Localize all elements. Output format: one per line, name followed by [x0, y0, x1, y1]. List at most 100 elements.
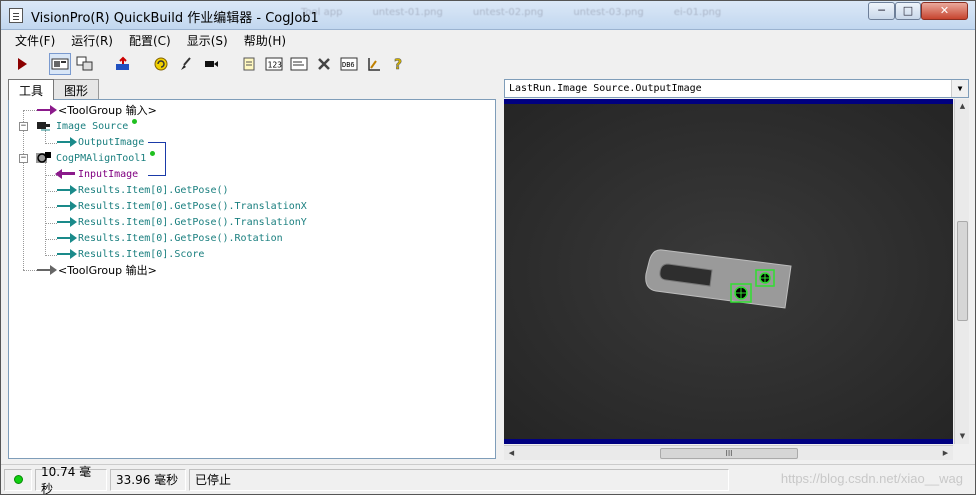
- output-terminal-icon: [57, 201, 77, 211]
- tab-tools[interactable]: 工具: [8, 79, 55, 100]
- tree-node-pm-align-tool[interactable]: CogPMAlignTool1: [35, 150, 156, 165]
- scroll-right-icon[interactable]: ▶: [938, 446, 953, 461]
- menu-run[interactable]: 运行(R): [63, 32, 121, 49]
- pmalign-tool-icon: [36, 152, 51, 163]
- refresh-icon[interactable]: [150, 53, 172, 75]
- svg-text:123: 123: [268, 60, 283, 69]
- horizontal-scrollbar[interactable]: ◀ III ▶: [504, 445, 953, 460]
- db-icon[interactable]: DB6: [338, 53, 360, 75]
- run-icon[interactable]: [11, 53, 33, 75]
- scroll-thumb[interactable]: [957, 221, 968, 321]
- output-terminal-icon: [37, 265, 57, 275]
- status-time-total: 33.96 毫秒: [110, 468, 186, 491]
- tree-node-input-image[interactable]: InputImage: [55, 167, 139, 181]
- output-terminal-icon: [57, 185, 77, 195]
- app-window: VisionPro(R) QuickBuild 作业编辑器 - CogJob1 …: [0, 0, 976, 495]
- left-tabs: 工具 图形: [8, 79, 100, 100]
- tree-node-label: <ToolGroup 输入>: [58, 104, 157, 117]
- image-source-select-value: LastRun.Image Source.OutputImage: [509, 83, 702, 94]
- tree-connector: [45, 143, 57, 144]
- app-icon: [9, 8, 23, 23]
- tree-node-label: Results.Item[0].GetPose(): [78, 184, 229, 196]
- tree-node-label: CogPMAlignTool1: [56, 152, 147, 164]
- background-tab: untest-01.png: [372, 7, 443, 18]
- tab-graphics[interactable]: 图形: [53, 79, 100, 99]
- menu-view[interactable]: 显示(S): [179, 32, 236, 49]
- tree-node-image-source[interactable]: Image Source: [35, 118, 138, 133]
- status-time-last: 10.74 毫秒: [35, 465, 107, 495]
- minimize-button[interactable]: ─: [868, 2, 895, 20]
- output-terminal-icon: [57, 217, 77, 227]
- tree-node-result[interactable]: Results.Item[0].GetPose().TranslationY: [57, 215, 307, 229]
- camera-icon: [37, 122, 50, 131]
- notes-icon[interactable]: [238, 53, 260, 75]
- numeric-icon[interactable]: 123: [263, 53, 285, 75]
- svg-text:DB6: DB6: [342, 61, 355, 69]
- tree-connector: [45, 239, 57, 240]
- scroll-left-icon[interactable]: ◀: [504, 446, 519, 461]
- title-bar[interactable]: VisionPro(R) QuickBuild 作业编辑器 - CogJob1 …: [1, 1, 975, 30]
- input-terminal-icon: [37, 105, 57, 115]
- background-tab: untest-02.png: [472, 7, 544, 18]
- watermark-text: https://blog.csdn.net/xiao__wag: [780, 471, 963, 486]
- help-icon[interactable]: ?: [388, 53, 410, 75]
- output-terminal-icon: [57, 233, 77, 243]
- collapse-toggle[interactable]: −: [19, 154, 28, 163]
- tree-node-label: InputImage: [78, 168, 139, 180]
- tree-node-result[interactable]: Results.Item[0].GetPose().TranslationX: [57, 199, 307, 213]
- background-tab: untest-03.png: [573, 7, 644, 18]
- collapse-toggle[interactable]: −: [19, 122, 28, 131]
- window-title: VisionPro(R) QuickBuild 作业编辑器 - CogJob1: [31, 11, 319, 26]
- tool-panel: 工具 图形 − − <ToolGroup 输入> Image Source Ou…: [8, 79, 496, 459]
- calibrate-icon[interactable]: [363, 53, 385, 75]
- tree-connector: [23, 270, 37, 271]
- image-source-select[interactable]: LastRun.Image Source.OutputImage ▼: [504, 79, 969, 98]
- svg-text:?: ?: [394, 57, 402, 72]
- tree-node-label: Results.Item[0].GetPose().TranslationY: [78, 216, 307, 228]
- menu-bar: 文件(F) 运行(R) 配置(C) 显示(S) 帮助(H): [1, 30, 975, 50]
- image-display[interactable]: [504, 99, 953, 444]
- scroll-down-icon[interactable]: ▼: [955, 429, 970, 444]
- tree-node-label: Results.Item[0].Score: [78, 248, 205, 260]
- vertical-scrollbar[interactable]: ▲ ▼: [954, 99, 969, 444]
- scroll-up-icon[interactable]: ▲: [955, 99, 970, 114]
- tools-icon[interactable]: [313, 53, 335, 75]
- menu-help[interactable]: 帮助(H): [236, 32, 294, 49]
- status-ok-icon: [150, 150, 156, 156]
- tree-connector: [45, 207, 57, 208]
- menu-file[interactable]: 文件(F): [7, 32, 63, 49]
- tree-node-output-group[interactable]: <ToolGroup 输出>: [37, 263, 157, 277]
- tree-connector: [23, 110, 37, 111]
- close-button[interactable]: ✕: [921, 2, 968, 20]
- brush-icon[interactable]: [175, 53, 197, 75]
- toolbar: 123 DB6 ?: [1, 51, 975, 76]
- tree-node-label: Results.Item[0].GetPose().Rotation: [78, 232, 283, 244]
- chevron-down-icon[interactable]: ▼: [951, 80, 968, 97]
- tree-node-result[interactable]: Results.Item[0].GetPose().Rotation: [57, 231, 283, 245]
- output-terminal-icon: [57, 137, 77, 147]
- tree-node-label: OutputImage: [78, 136, 145, 148]
- tree-connector: [45, 255, 57, 256]
- tree-node-result[interactable]: Results.Item[0].Score: [57, 247, 204, 261]
- camera-image: [504, 104, 953, 439]
- output-terminal-icon: [57, 249, 77, 259]
- tree-node-label: Results.Item[0].GetPose().TranslationX: [78, 200, 307, 212]
- input-terminal-icon: [55, 169, 75, 179]
- image-display-panel: LastRun.Image Source.OutputImage ▼ ▲ ▼ ◀…: [504, 79, 969, 461]
- tool-tree: − − <ToolGroup 输入> Image Source OutputIm…: [8, 99, 496, 459]
- tree-connector: [45, 191, 57, 192]
- display-mode-icon[interactable]: [49, 52, 71, 75]
- tree-node-output-image[interactable]: OutputImage: [57, 135, 144, 149]
- scroll-thumb[interactable]: III: [660, 448, 798, 459]
- video-icon[interactable]: [200, 53, 222, 75]
- status-led-icon: [13, 475, 23, 484]
- maximize-button[interactable]: □: [895, 2, 921, 20]
- background-tab: ei-01.png: [673, 7, 722, 18]
- menu-config[interactable]: 配置(C): [121, 32, 179, 49]
- terminal-icon[interactable]: [288, 53, 310, 75]
- tree-node-result[interactable]: Results.Item[0].GetPose(): [57, 183, 229, 197]
- tree-node-input-group[interactable]: <ToolGroup 输入>: [37, 103, 157, 117]
- window-mode-icon[interactable]: [74, 53, 96, 75]
- reset-icon[interactable]: [112, 53, 134, 75]
- status-state: 已停止: [189, 468, 729, 491]
